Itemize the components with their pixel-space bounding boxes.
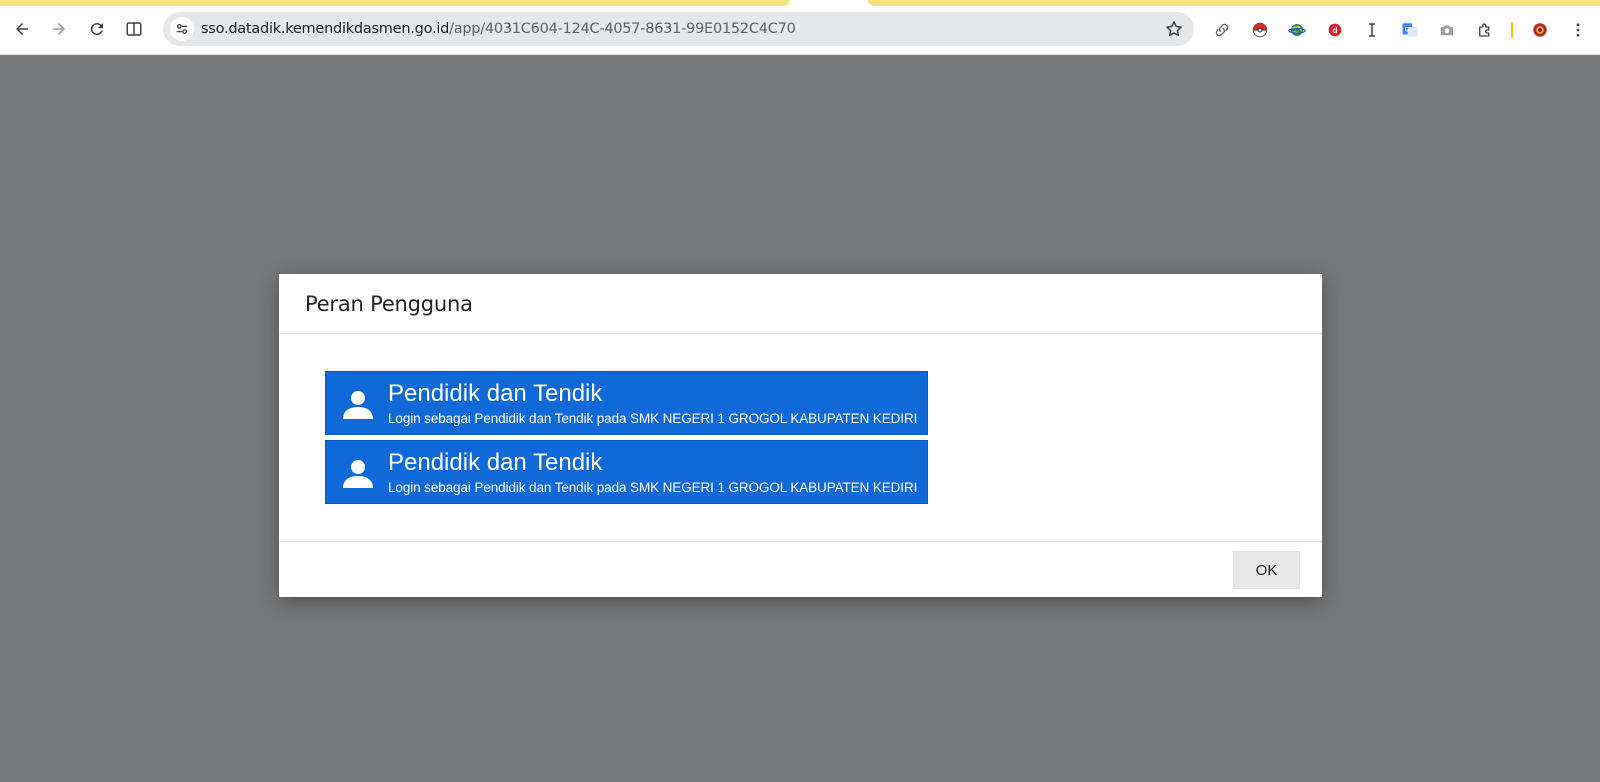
ext-extensions[interactable] (1475, 20, 1495, 40)
dialog-header: Peran Pengguna (279, 274, 1322, 334)
camera-icon (1441, 25, 1453, 36)
dialog-title: Peran Pengguna (305, 292, 473, 316)
globe-icon (1288, 24, 1306, 36)
ext-red[interactable]: d (1325, 20, 1345, 40)
browser-toolbar: sso.datadik.kemendikdasmen.go.id/app/403… (0, 6, 1600, 55)
link-icon (1215, 23, 1229, 37)
url-host: sso.datadik.kemendikdasmen.go.id (201, 21, 450, 37)
user-icon (343, 460, 373, 488)
puzzle-icon (1479, 23, 1490, 37)
role-description: Login sebagai Pendidik dan Tendik pada S… (388, 480, 918, 495)
forward-button[interactable] (43, 13, 75, 45)
ok-button[interactable]: OK (1233, 551, 1300, 589)
red-circle-icon: d (1328, 23, 1342, 37)
ext-globe[interactable] (1287, 20, 1307, 40)
role-dialog: Peran Pengguna Pendidik dan Tendik Login… (279, 274, 1322, 597)
translate-icon: G (1402, 23, 1418, 37)
dialog-body: Pendidik dan Tendik Login sebagai Pendid… (279, 334, 1322, 542)
back-icon (16, 23, 28, 35)
profile-avatar-icon (1533, 23, 1547, 37)
profile-button[interactable] (1530, 20, 1550, 40)
toolbar-separator (1511, 22, 1513, 38)
svg-text:G: G (1405, 27, 1410, 34)
text-cursor-icon (1369, 23, 1375, 37)
address-bar[interactable]: sso.datadik.kemendikdasmen.go.id/app/403… (163, 12, 1194, 46)
url-path: /app/4031C604-124C-4057-8631-99E0152C4C7… (449, 21, 796, 37)
ext-translate[interactable]: G (1400, 20, 1420, 40)
role-title: Pendidik dan Tendik (388, 449, 603, 476)
split-view-button[interactable] (118, 13, 150, 45)
role-button-2[interactable]: Pendidik dan Tendik Login sebagai Pendid… (325, 440, 928, 504)
ext-text-cursor[interactable] (1362, 20, 1382, 40)
ext-link[interactable] (1212, 20, 1232, 40)
reload-button[interactable] (81, 13, 113, 45)
role-description: Login sebagai Pendidik dan Tendik pada S… (388, 411, 918, 426)
dialog-footer: OK (279, 542, 1322, 597)
role-button-1[interactable]: Pendidik dan Tendik Login sebagai Pendid… (325, 371, 928, 435)
back-button[interactable] (6, 13, 38, 45)
site-info-button[interactable] (170, 17, 194, 41)
split-view-icon (126, 22, 142, 36)
url-text[interactable]: sso.datadik.kemendikdasmen.go.id/app/403… (201, 21, 796, 37)
ext-pokeball[interactable] (1250, 20, 1270, 40)
kebab-menu-icon (1576, 23, 1580, 37)
browser-menu-button[interactable] (1568, 20, 1588, 40)
bookmark-star-icon[interactable] (1164, 19, 1184, 39)
svg-text:d: d (1332, 26, 1337, 35)
tune-icon (176, 23, 188, 35)
forward-icon (53, 23, 65, 35)
pokeball-icon (1252, 22, 1268, 38)
role-title: Pendidik dan Tendik (388, 380, 603, 407)
ext-camera[interactable] (1437, 20, 1457, 40)
reload-icon (90, 23, 103, 36)
user-icon (343, 391, 373, 419)
